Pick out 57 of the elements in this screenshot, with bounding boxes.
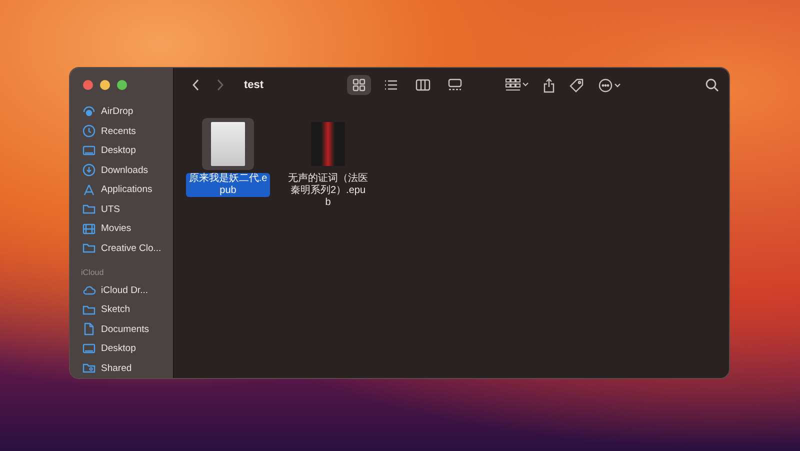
sidebar-item[interactable]: UTS <box>70 199 173 219</box>
download-icon <box>82 163 96 178</box>
file-thumbnail[interactable] <box>202 118 254 170</box>
sidebar-item[interactable]: Downloads <box>70 160 173 180</box>
sidebar-item[interactable]: Recents <box>70 121 173 141</box>
sidebar-item[interactable]: Movies <box>70 218 173 238</box>
sidebar-item[interactable]: Applications <box>70 180 173 200</box>
sidebar-item-label: Desktop <box>101 343 136 354</box>
gallery-view-icon <box>446 78 463 92</box>
document-icon <box>82 322 96 336</box>
group-by-button[interactable] <box>504 78 529 92</box>
sidebar-item[interactable]: Desktop <box>70 140 173 160</box>
sidebar-item-label: Sketch <box>101 304 130 316</box>
sidebar-item[interactable]: Documents <box>70 320 173 340</box>
sidebar-item-label: Desktop <box>101 145 136 156</box>
column-view-icon <box>414 78 431 92</box>
sidebar-item-label: iCloud Dr... <box>101 284 148 296</box>
sidebar-item[interactable]: Sketch <box>70 300 173 320</box>
sidebar-item-label: Movies <box>101 223 132 234</box>
grid-view-icon <box>350 78 367 92</box>
file-name[interactable]: 原来我是妖二代.epub <box>186 173 270 197</box>
sidebar-item-label: Documents <box>101 324 150 335</box>
close-button[interactable] <box>83 80 93 90</box>
sidebar-item[interactable]: AirDrop <box>70 102 173 122</box>
sidebar-item[interactable]: Creative Clo... <box>70 238 173 258</box>
sidebar-item-label: Downloads <box>101 164 148 176</box>
sidebar-section-header: iCloud <box>80 268 105 277</box>
clock-icon <box>82 124 96 138</box>
list-view-icon <box>382 78 399 92</box>
sidebar-item[interactable]: Desktop <box>70 339 173 359</box>
book-cover-placeholder <box>311 122 345 166</box>
sidebar-item-label: UTS <box>101 204 120 215</box>
apps-icon <box>82 182 96 197</box>
sidebar-item[interactable]: Shared <box>70 358 173 378</box>
share-button[interactable] <box>542 78 555 92</box>
airdrop-icon <box>82 104 96 119</box>
sidebar-item-label: Shared <box>101 362 132 374</box>
search-button[interactable] <box>705 78 719 92</box>
sidebar-item[interactable]: iCloud Dr... <box>70 280 173 300</box>
shared-folder-icon <box>82 361 96 376</box>
folder-icon <box>82 241 96 256</box>
view-mode-button[interactable] <box>346 75 371 95</box>
sidebar-item-label: Applications <box>101 184 152 196</box>
minimize-button[interactable] <box>100 80 110 90</box>
desktop-icon <box>82 342 96 356</box>
zoom-button[interactable] <box>117 80 127 90</box>
film-icon <box>82 222 96 236</box>
sidebar-item-label: AirDrop <box>101 106 134 118</box>
sidebar-item-label: Recents <box>101 126 136 137</box>
sidebar-item-label: Creative Clo... <box>101 242 162 254</box>
book-cover-placeholder <box>211 122 245 166</box>
desktop-icon <box>82 144 96 158</box>
more-actions-button[interactable] <box>598 78 622 92</box>
tag-button[interactable] <box>568 78 584 92</box>
file-name[interactable]: 无声的证词（法医秦明系列2）.epub <box>286 173 370 209</box>
folder-icon <box>82 202 96 216</box>
window-title: test <box>244 79 264 91</box>
